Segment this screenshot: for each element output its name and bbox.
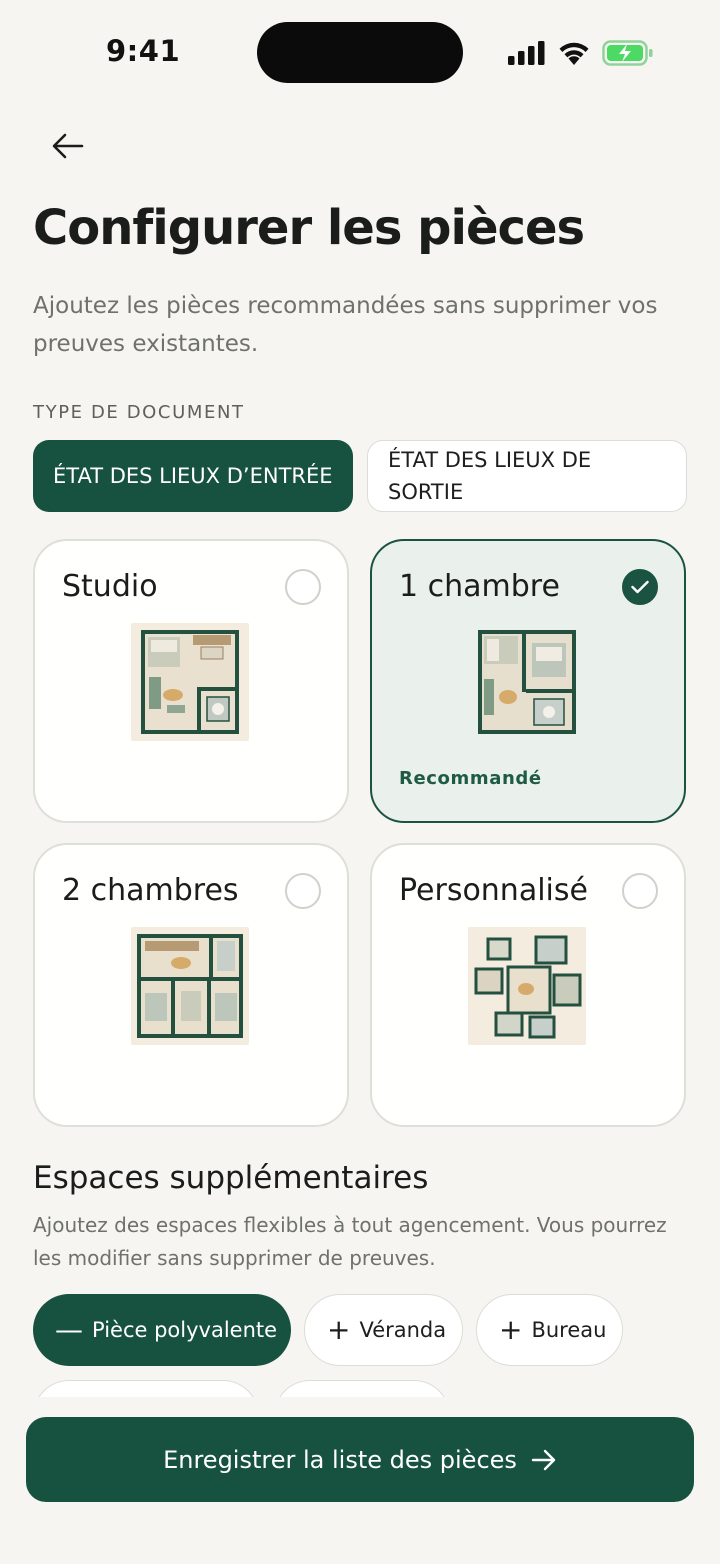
chip-piece-polyvalente[interactable]: — Pièce polyvalente xyxy=(33,1294,291,1366)
page-title: Configurer les pièces xyxy=(33,200,585,256)
layout-card-title: 2 chambres xyxy=(62,873,239,908)
extra-spaces-title: Espaces supplémentaires xyxy=(33,1160,429,1196)
plus-icon: + xyxy=(327,1313,351,1346)
layout-radio[interactable] xyxy=(622,873,658,909)
document-type-exit-button[interactable]: ÉTAT DES LIEUX DE SORTIE xyxy=(367,440,687,512)
cellular-signal-icon xyxy=(508,41,545,65)
layout-card-studio[interactable]: Studio xyxy=(33,539,349,823)
document-type-entry-button[interactable]: ÉTAT DES LIEUX D’ENTRÉE xyxy=(33,440,353,512)
page-subtitle: Ajoutez les pièces recommandées sans sup… xyxy=(33,293,658,357)
extra-spaces-description: Ajoutez des espaces flexibles à tout age… xyxy=(33,1213,667,1270)
save-room-list-label: Enregistrer la liste des pièces xyxy=(163,1445,517,1474)
layout-card-2-chambres[interactable]: 2 chambres xyxy=(33,843,349,1127)
layout-card-title: Personnalisé xyxy=(399,873,588,908)
arrow-left-icon xyxy=(52,133,84,159)
two-bedroom-floorplan-icon xyxy=(131,927,249,1045)
chip-label: Bureau xyxy=(531,1318,607,1342)
chip-bureau[interactable]: + Bureau xyxy=(476,1294,623,1366)
status-icons xyxy=(508,36,654,70)
dynamic-island xyxy=(257,22,463,83)
chip-label: Véranda xyxy=(359,1318,447,1342)
status-time: 9:41 xyxy=(106,34,181,68)
layout-card-1-chambre[interactable]: 1 chambre Recommandé xyxy=(370,539,686,823)
arrow-right-icon xyxy=(531,1449,556,1470)
layout-card-title: Studio xyxy=(62,569,158,604)
layout-radio[interactable] xyxy=(285,873,321,909)
one-bedroom-floorplan-icon xyxy=(468,623,586,741)
studio-floorplan-icon xyxy=(131,623,249,741)
document-type-entry-label: ÉTAT DES LIEUX D’ENTRÉE xyxy=(53,464,333,488)
save-room-list-button[interactable]: Enregistrer la liste des pièces xyxy=(26,1417,694,1502)
check-icon xyxy=(631,580,649,594)
document-type-label: TYPE DE DOCUMENT xyxy=(33,402,245,423)
custom-floorplan-icon xyxy=(468,927,586,1045)
minus-icon: — xyxy=(55,1313,83,1346)
recommended-badge: Recommandé xyxy=(399,768,542,789)
back-button[interactable] xyxy=(40,118,96,174)
chip-label: Pièce polyvalente xyxy=(92,1318,278,1342)
layout-radio[interactable] xyxy=(285,569,321,605)
layout-card-title: 1 chambre xyxy=(399,569,560,604)
layout-radio-checked[interactable] xyxy=(622,569,658,605)
plus-icon: + xyxy=(499,1313,523,1346)
wifi-icon xyxy=(559,42,589,65)
battery-charging-icon xyxy=(602,40,653,66)
document-type-exit-label: ÉTAT DES LIEUX DE SORTIE xyxy=(388,448,592,504)
chip-veranda[interactable]: + Véranda xyxy=(304,1294,463,1366)
layout-card-personnalise[interactable]: Personnalisé xyxy=(370,843,686,1127)
